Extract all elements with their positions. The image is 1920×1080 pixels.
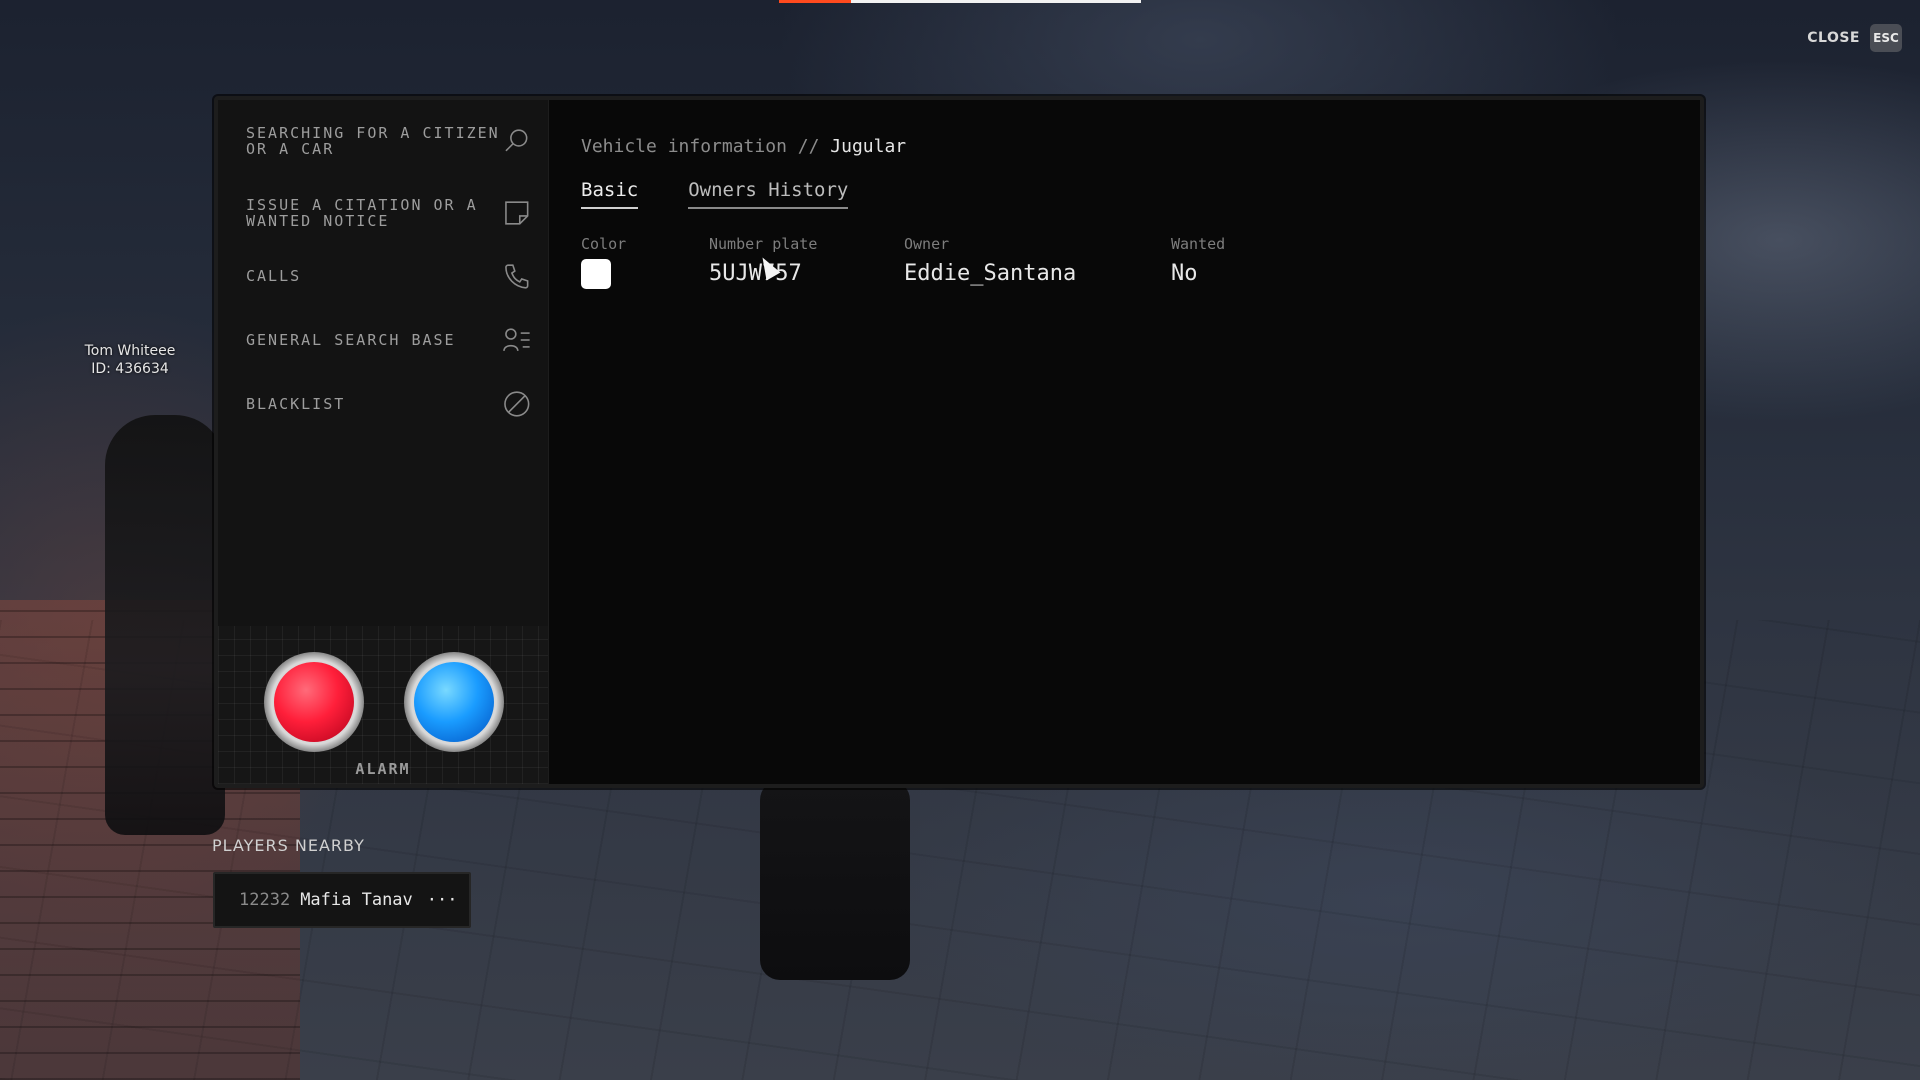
sidebar-item-citation[interactable]: ISSUE A CITATION OR A WANTED NOTICE	[218, 182, 548, 244]
user-list-icon	[503, 328, 531, 352]
vehicle-owner-value: Eddie_Santana	[904, 261, 1077, 286]
alarm-red-button[interactable]	[264, 652, 364, 752]
sidebar-item-label: ISSUE A CITATION OR A WANTED NOTICE	[246, 196, 478, 230]
search-icon	[505, 129, 528, 152]
sidebar-item-label: SEARCHING FOR A CITIZEN OR A CAR	[246, 124, 500, 158]
note-icon	[505, 201, 529, 225]
vehicle-info-row: Color Number plate 5UJW757 Owner Eddie_S…	[581, 235, 1668, 289]
sidebar-item-label: CALLS	[246, 267, 302, 285]
tab-bar: Basic Owners History	[581, 179, 1668, 209]
tab-basic[interactable]: Basic	[581, 179, 639, 209]
vehicle-owner-field: Owner Eddie_Santana	[904, 235, 1171, 289]
vehicle-wanted-label: Wanted	[1171, 235, 1226, 253]
vehicle-plate-label: Number plate	[709, 235, 818, 253]
alarm-label: ALARM	[355, 760, 411, 778]
phone-icon	[505, 264, 529, 289]
breadcrumb: Vehicle information // Jugular	[581, 136, 1668, 157]
top-progress-bar	[779, 0, 1141, 3]
vehicle-plate-value: 5UJW757	[709, 261, 802, 286]
players-nearby-title: PLAYERS NEARBY	[212, 836, 365, 855]
nearby-player-name: Mafia Tanav	[300, 890, 413, 910]
vehicle-wanted-field: Wanted No	[1171, 235, 1321, 289]
vehicle-wanted-value: No	[1171, 261, 1198, 286]
vehicle-color-swatch	[581, 259, 611, 289]
tab-owners-history[interactable]: Owners History	[688, 179, 849, 209]
close-label[interactable]: CLOSE	[1807, 30, 1860, 46]
sidebar-item-calls[interactable]: CALLS	[218, 244, 548, 308]
player-nametag-name: Tom Whiteee	[84, 343, 176, 359]
alarm-red-core	[274, 662, 354, 742]
sidebar-item-label: BLACKLIST	[246, 395, 346, 413]
close-control[interactable]: CLOSE ESC	[1807, 24, 1902, 52]
esc-key[interactable]: ESC	[1870, 24, 1902, 52]
vehicle-color-label: Color	[581, 235, 627, 253]
vehicle-color-field: Color	[581, 235, 709, 289]
vehicle-owner-label: Owner	[904, 235, 950, 253]
nearby-player-card[interactable]: 12232 Mafia Tanav ···	[213, 872, 471, 928]
vehicle-plate-field: Number plate 5UJW757	[709, 235, 904, 289]
top-progress-fill	[779, 0, 852, 3]
alarm-blue-core	[414, 662, 494, 742]
player-nametag: Tom Whiteee ID: 436634	[70, 342, 190, 378]
police-tablet: SEARCHING FOR A CITIZEN OR A CAR ISSUE A…	[214, 96, 1704, 788]
alarm-panel: ALARM	[218, 626, 548, 784]
own-character-legs	[760, 780, 910, 980]
sidebar: SEARCHING FOR A CITIZEN OR A CAR ISSUE A…	[218, 100, 549, 784]
ban-icon	[504, 391, 530, 417]
sidebar-item-label: GENERAL SEARCH BASE	[246, 331, 456, 349]
player-character	[105, 415, 225, 835]
vehicle-info-panel: Vehicle information // Jugular Basic Own…	[549, 100, 1700, 784]
sidebar-item-general-search[interactable]: GENERAL SEARCH BASE	[218, 308, 548, 372]
breadcrumb-current: Jugular	[830, 136, 907, 157]
sidebar-item-blacklist[interactable]: BLACKLIST	[218, 372, 548, 436]
sidebar-item-search[interactable]: SEARCHING FOR A CITIZEN OR A CAR	[218, 100, 548, 182]
alarm-blue-button[interactable]	[404, 652, 504, 752]
nearby-player-id: 12232	[239, 890, 291, 910]
more-options-icon[interactable]: ···	[427, 890, 458, 910]
breadcrumb-prefix: Vehicle information //	[581, 136, 820, 157]
player-nametag-id: ID: 436634	[91, 361, 169, 377]
